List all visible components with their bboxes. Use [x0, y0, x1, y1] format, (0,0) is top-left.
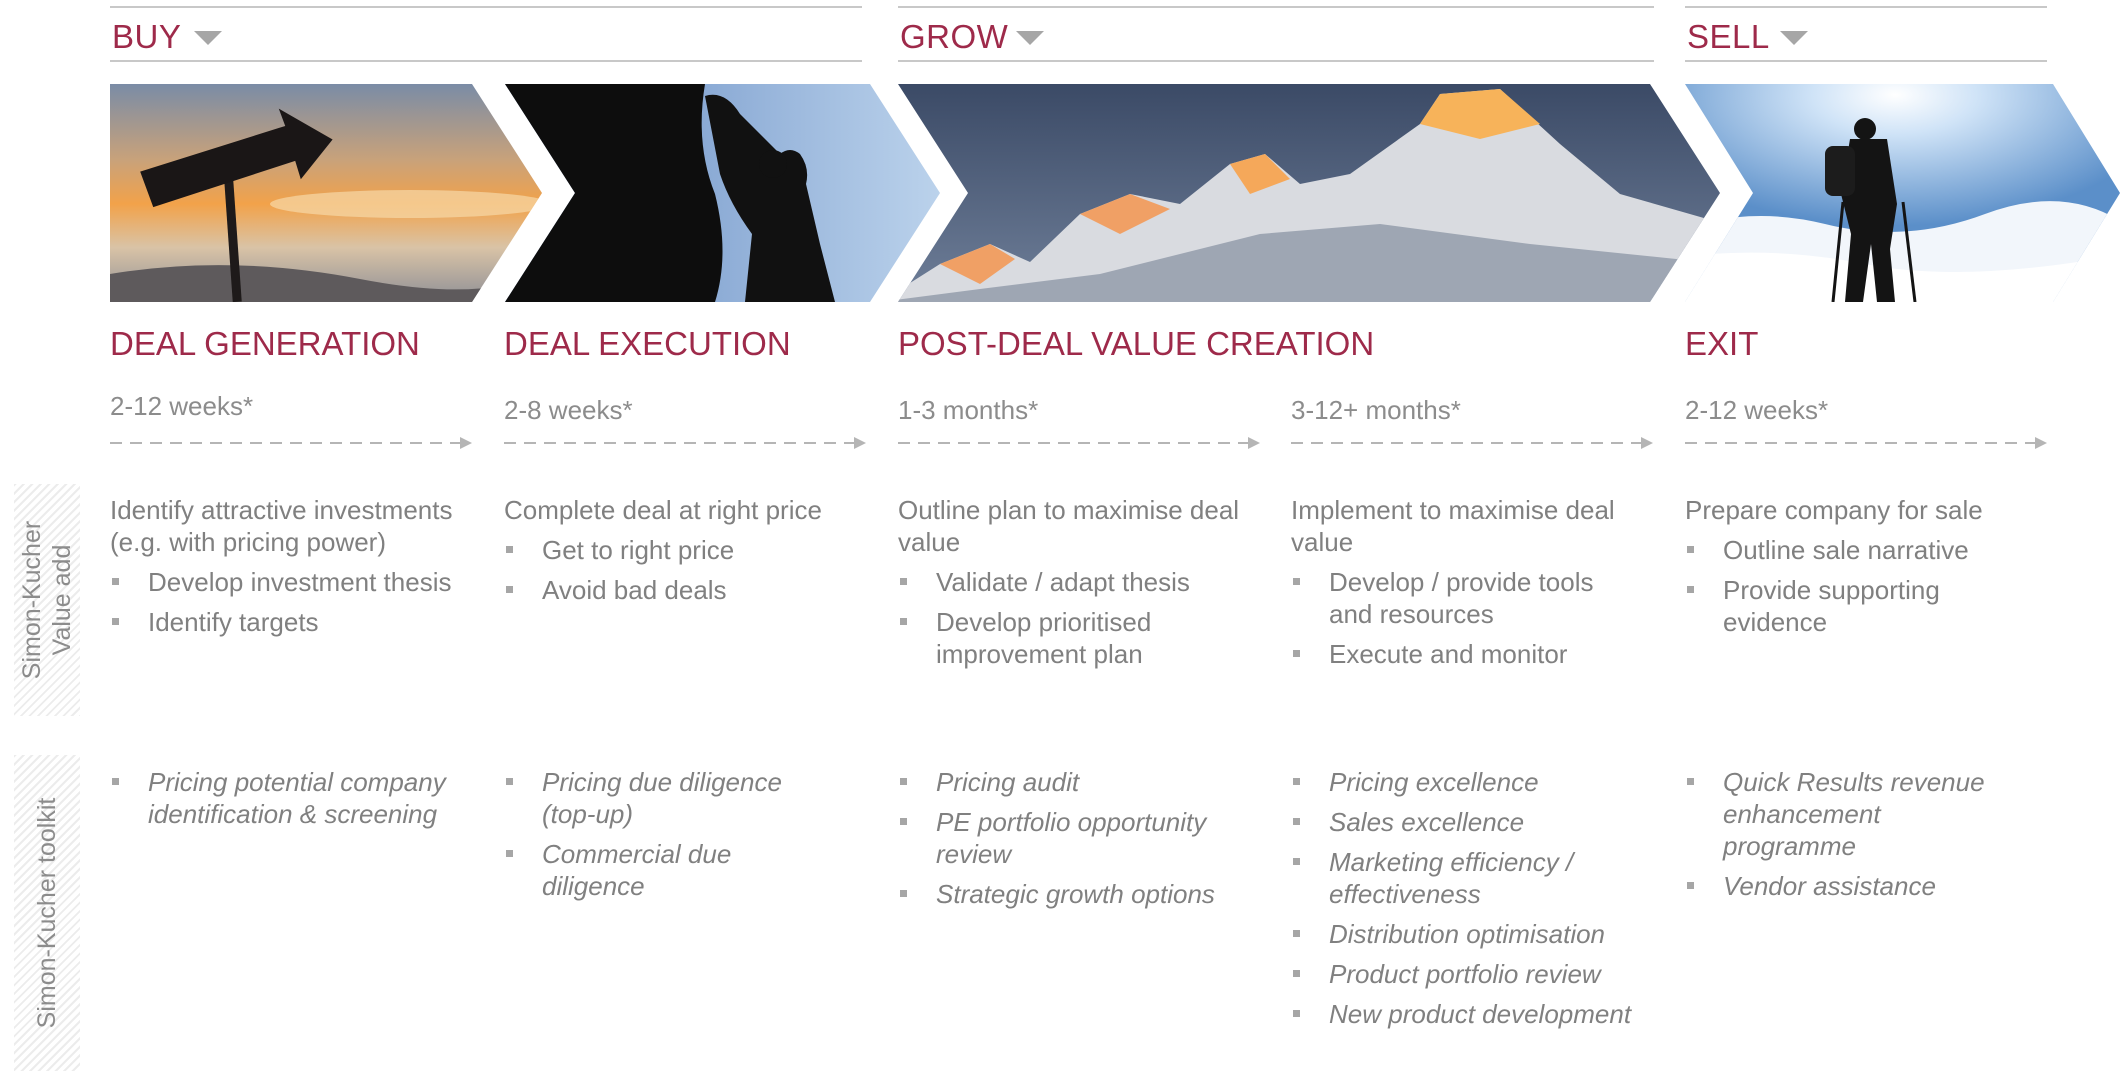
list-item: Validate / adapt thesis	[898, 566, 1248, 598]
toolkit-post-deal-implement: Pricing excellence Sales excellence Mark…	[1291, 766, 1641, 1038]
list-item: Product portfolio review	[1291, 958, 1641, 990]
list-item: Develop / provide tools and resources	[1291, 566, 1641, 630]
value-add-deal-execution: Complete deal at right price Get to righ…	[504, 494, 864, 614]
value-add-lead: Prepare company for sale	[1685, 495, 1983, 525]
banner-mountains-image	[880, 84, 1725, 302]
list-item: New product development	[1291, 998, 1641, 1030]
chevron-down-icon	[1016, 31, 1044, 45]
phase-header-grow: GROW	[898, 6, 1654, 62]
list-item: Develop prioritised improvement plan	[898, 606, 1248, 670]
side-label-toolkit: Simon-Kucher toolkit	[14, 755, 80, 1071]
list-item: Commercial due diligence	[504, 838, 834, 902]
toolkit-exit: Quick Results revenue enhancement progra…	[1685, 766, 2015, 910]
banner-climber-image	[490, 84, 945, 302]
chevron-down-icon	[1780, 31, 1808, 45]
value-add-lead: Identify attractive investments (e.g. wi…	[110, 495, 453, 557]
value-add-deal-generation: Identify attractive investments (e.g. wi…	[110, 494, 460, 646]
list-item: Pricing excellence	[1291, 766, 1641, 798]
chevron-down-icon	[194, 31, 222, 45]
phase-label-grow: GROW	[900, 18, 1009, 55]
side-label-toolkit-text: Simon-Kucher toolkit	[33, 797, 61, 1029]
stage-title-deal-generation: DEAL GENERATION	[110, 325, 420, 362]
stage-title-post-deal-value-creation: POST-DEAL VALUE CREATION	[898, 325, 1375, 362]
duration-post-deal-implement: 3-12+ months*	[1291, 395, 1461, 425]
list-item: Pricing due diligence (top-up)	[504, 766, 834, 830]
list-item: Develop investment thesis	[110, 566, 460, 598]
toolkit-deal-execution: Pricing due diligence (top-up) Commercia…	[504, 766, 834, 910]
value-add-post-deal-plan: Outline plan to maximise deal value Vali…	[898, 494, 1248, 678]
list-item: Vendor assistance	[1685, 870, 2015, 902]
phase-label-sell: SELL	[1687, 18, 1770, 55]
phase-header-buy: BUY	[110, 6, 862, 62]
duration-exit: 2-12 weeks*	[1685, 395, 1829, 425]
list-item: Provide supporting evidence	[1685, 574, 2025, 638]
value-add-exit: Prepare company for sale Outline sale na…	[1685, 494, 2025, 646]
value-add-lead: Implement to maximise deal value	[1291, 495, 1615, 557]
side-label-value-add-line1: Simon-Kucher	[18, 520, 46, 680]
list-item: Sales excellence	[1291, 806, 1641, 838]
dashed-arrow	[504, 437, 866, 449]
dashed-arrow	[110, 437, 472, 449]
side-label-value-add: Simon-Kucher Value add	[14, 484, 80, 716]
phase-label-buy: BUY	[112, 18, 182, 55]
list-item: Distribution optimisation	[1291, 918, 1641, 950]
dashed-arrow	[1685, 437, 2047, 449]
list-item: Get to right price	[504, 534, 864, 566]
list-item: Strategic growth options	[898, 878, 1248, 910]
list-item: Outline sale narrative	[1685, 534, 2025, 566]
toolkit-post-deal-plan: Pricing audit PE portfolio opportunity r…	[898, 766, 1248, 918]
phase-header-sell: SELL	[1685, 6, 2047, 62]
list-item: Pricing audit	[898, 766, 1248, 798]
list-item: Execute and monitor	[1291, 638, 1641, 670]
list-item: Avoid bad deals	[504, 574, 864, 606]
value-add-lead: Complete deal at right price	[504, 495, 822, 525]
duration-deal-execution: 2-8 weeks*	[504, 395, 633, 425]
list-item: PE portfolio opportunity review	[898, 806, 1248, 870]
side-label-value-add-line2: Value add	[48, 544, 76, 656]
list-item: Quick Results revenue enhancement progra…	[1685, 766, 2015, 862]
banner-hiker-image	[1665, 84, 2125, 302]
list-item: Identify targets	[110, 606, 460, 638]
value-add-post-deal-implement: Implement to maximise deal value Develop…	[1291, 494, 1641, 678]
stage-title-deal-execution: DEAL EXECUTION	[504, 325, 791, 362]
list-item: Pricing potential company identification…	[110, 766, 460, 830]
list-item: Marketing efficiency / effectiveness	[1291, 846, 1641, 910]
duration-post-deal-plan: 1-3 months*	[898, 395, 1039, 425]
dashed-arrow	[898, 437, 1260, 449]
toolkit-deal-generation: Pricing potential company identification…	[110, 766, 460, 838]
value-add-lead: Outline plan to maximise deal value	[898, 495, 1240, 557]
dashed-arrow	[1291, 437, 1653, 449]
stage-title-exit: EXIT	[1685, 325, 1759, 362]
duration-deal-generation: 2-12 weeks*	[110, 391, 254, 421]
banner-signpost-image	[110, 84, 545, 302]
